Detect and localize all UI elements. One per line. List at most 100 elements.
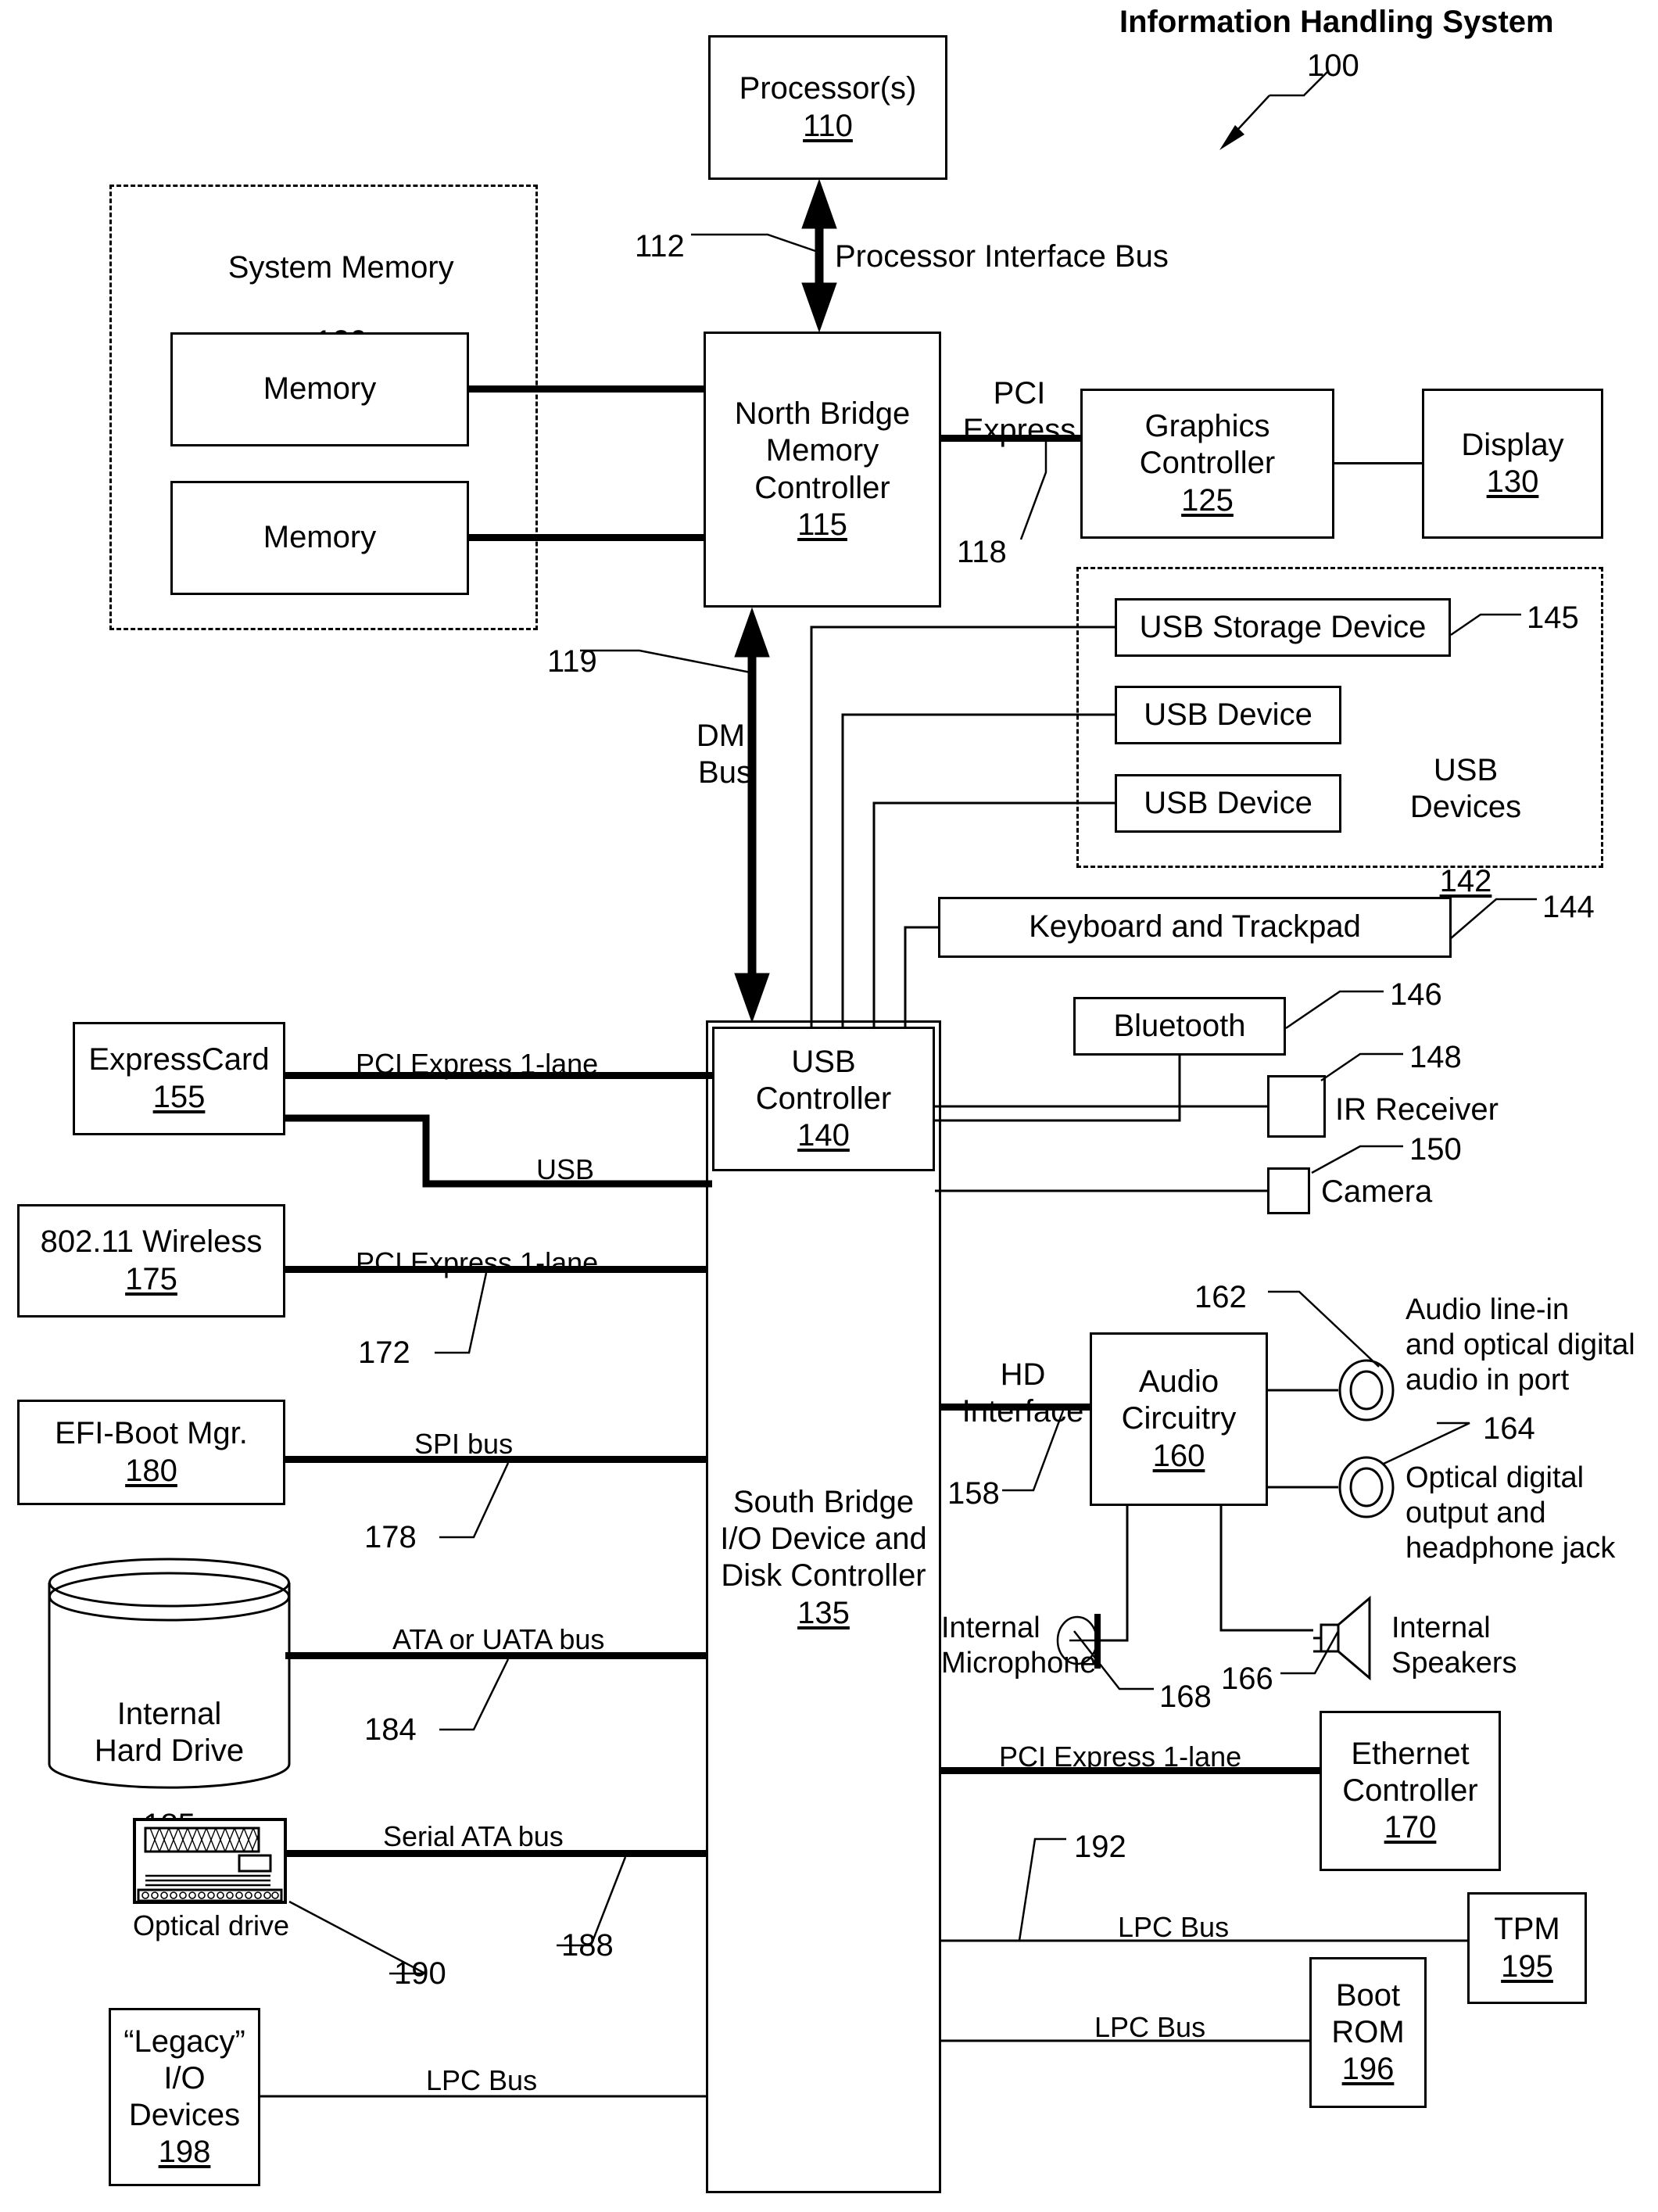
block-legacy-io[interactable]: “Legacy” I/O Devices 198: [109, 2008, 260, 2186]
ref-145: 145: [1527, 601, 1579, 635]
block-south-bridge-label: South Bridge I/O Device and Disk Control…: [720, 1485, 927, 1594]
block-usb-device-1-label: USB Device: [1144, 697, 1312, 732]
block-display-label: Display: [1461, 427, 1564, 462]
block-south-bridge[interactable]: South Bridge I/O Device and Disk Control…: [706, 1020, 941, 2193]
bus-pcie-wireless-label: PCI Express 1-lane: [356, 1246, 599, 1278]
group-usb-devices-ref: 142: [1439, 863, 1492, 898]
bus-lpc-legacy-label: LPC Bus: [426, 2064, 538, 2096]
block-graphics-controller-ref: 125: [1181, 482, 1234, 518]
group-usb-devices-title: USB Devices: [1409, 753, 1522, 825]
block-wireless-ref: 175: [125, 1261, 177, 1296]
bus-ata-label: ATA or UATA bus: [392, 1623, 605, 1655]
block-north-bridge-ref: 115: [797, 507, 847, 542]
block-memory-b[interactable]: Memory: [170, 481, 469, 595]
block-processor[interactable]: Processor(s) 110: [708, 35, 947, 180]
bus-ata-ref: 184: [364, 1712, 417, 1747]
block-hard-drive-title: Internal Hard Drive: [94, 1697, 245, 1769]
block-audio-circuitry-label: Audio Circuitry: [1121, 1364, 1237, 1436]
internal-speakers-icon: [1313, 1595, 1382, 1681]
ref-148: 148: [1409, 1040, 1462, 1074]
bus-pci-express-label: PCI Express: [962, 376, 1076, 448]
ref-162: 162: [1194, 1280, 1247, 1314]
bus-hd-interface-ref: 158: [947, 1476, 1000, 1511]
block-audio-out-port-label: Optical digital output and headphone jac…: [1406, 1461, 1616, 1565]
patent-block-diagram: Information Handling System 100 Processo…: [0, 0, 1658, 2212]
block-hard-drive-label: Internal Hard Drive 185: [47, 1659, 292, 1844]
block-memory-b-label: Memory: [263, 520, 377, 555]
block-optical-drive-ref: 190: [394, 1956, 446, 1991]
audio-out-jack-icon: [1338, 1456, 1395, 1518]
bus-processor-interface-label: Processor Interface Bus: [835, 239, 1169, 274]
block-audio-in-port-label: Audio line-in and optical digital audio …: [1406, 1293, 1635, 1396]
bus-pcie-wireless-ref: 172: [358, 1335, 410, 1370]
block-ethernet-controller-label: Ethernet Controller: [1342, 1736, 1478, 1808]
bus-hd-interface-label: HD Interface: [961, 1357, 1084, 1429]
block-usb-storage-device-label: USB Storage Device: [1139, 609, 1427, 644]
bus-sata-label: Serial ATA bus: [383, 1820, 564, 1852]
ref-100: 100: [1307, 48, 1359, 83]
ref-146: 146: [1390, 977, 1442, 1012]
block-optical-drive[interactable]: [133, 1818, 287, 1904]
block-audio-circuitry[interactable]: Audio Circuitry 160: [1090, 1332, 1268, 1506]
block-north-bridge[interactable]: North Bridge Memory Controller 115: [704, 332, 941, 608]
audio-in-jack-icon: [1338, 1359, 1395, 1421]
bus-pcie-expresscard-label: PCI Express 1-lane: [356, 1048, 599, 1080]
ref-144: 144: [1542, 890, 1595, 924]
ref-166: 166: [1221, 1662, 1273, 1696]
ref-150: 150: [1409, 1132, 1462, 1167]
block-tpm-title: TPM: [1494, 1912, 1560, 1947]
page-title: Information Handling System: [1119, 5, 1554, 39]
block-expresscard[interactable]: ExpressCard 155: [73, 1022, 285, 1135]
block-graphics-controller-label: Graphics Controller: [1139, 409, 1276, 481]
block-north-bridge-label: North Bridge Memory Controller: [734, 396, 911, 505]
optical-drive-icon: [133, 1818, 287, 1904]
block-usb-controller[interactable]: USB Controller 140: [712, 1027, 935, 1171]
bus-processor-interface-ref: 112: [635, 229, 685, 264]
bus-dmi-label: DMI Bus: [696, 719, 754, 791]
bus-pcie-ethernet-label: PCI Express 1-lane: [999, 1741, 1242, 1773]
block-memory-a-label: Memory: [263, 371, 377, 407]
block-processor-label: Processor(s): [739, 71, 917, 106]
block-camera-label: Camera: [1321, 1174, 1433, 1209]
bus-spi-ref: 178: [364, 1520, 417, 1554]
block-usb-device-2[interactable]: USB Device: [1115, 774, 1341, 833]
group-system-memory-title: System Memory: [227, 250, 454, 285]
block-internal-speakers-label: Internal Speakers: [1391, 1611, 1517, 1680]
block-display-ref: 130: [1486, 464, 1539, 499]
bus-spi-label: SPI bus: [414, 1428, 514, 1460]
block-tpm[interactable]: TPM 195: [1467, 1892, 1587, 2004]
block-ethernet-controller-ref: 170: [1384, 1810, 1437, 1845]
block-efi-boot-mgr-ref: 180: [125, 1453, 177, 1488]
block-bluetooth[interactable]: Bluetooth: [1073, 997, 1286, 1056]
block-usb-storage-device[interactable]: USB Storage Device: [1115, 598, 1451, 657]
block-legacy-io-ref: 198: [158, 2135, 211, 2170]
block-boot-rom[interactable]: Boot ROM 196: [1309, 1957, 1427, 2108]
block-display[interactable]: Display 130: [1422, 389, 1603, 539]
group-usb-devices-label: USB Devices 142: [1376, 715, 1556, 900]
bus-usb-expresscard-label: USB: [536, 1153, 595, 1185]
block-boot-rom-ref: 196: [1341, 2052, 1395, 2087]
block-keyboard-trackpad-label: Keyboard and Trackpad: [1029, 909, 1361, 945]
block-usb-device-1[interactable]: USB Device: [1115, 686, 1341, 744]
block-ethernet-controller[interactable]: Ethernet Controller 170: [1320, 1711, 1501, 1871]
block-expresscard-ref: 155: [152, 1079, 206, 1114]
bus-lpc-bootrom-label: LPC Bus: [1094, 2011, 1206, 2043]
block-tpm-ref: 195: [1501, 1948, 1553, 1984]
ir-receiver-icon: [1267, 1075, 1326, 1138]
block-bluetooth-label: Bluetooth: [1113, 1008, 1246, 1043]
camera-icon: [1267, 1167, 1310, 1214]
block-usb-controller-ref: 140: [797, 1118, 850, 1153]
block-legacy-io-label: “Legacy” I/O Devices: [124, 2024, 245, 2132]
bus-lpc-tpm-ref: 192: [1074, 1830, 1126, 1864]
block-usb-controller-label: USB Controller: [755, 1044, 892, 1116]
block-memory-a[interactable]: Memory: [170, 332, 469, 446]
block-wireless[interactable]: 802.11 Wireless 175: [17, 1204, 285, 1318]
ref-164: 164: [1483, 1411, 1535, 1446]
block-efi-boot-mgr[interactable]: EFI-Boot Mgr. 180: [17, 1400, 285, 1505]
block-keyboard-trackpad[interactable]: Keyboard and Trackpad: [938, 897, 1452, 958]
block-optical-drive-label: Optical drive: [133, 1909, 290, 1941]
block-south-bridge-ref: 135: [797, 1595, 850, 1630]
block-graphics-controller[interactable]: Graphics Controller 125: [1080, 389, 1334, 539]
bus-sata-ref: 188: [561, 1928, 614, 1963]
block-expresscard-label: ExpressCard: [88, 1042, 270, 1077]
